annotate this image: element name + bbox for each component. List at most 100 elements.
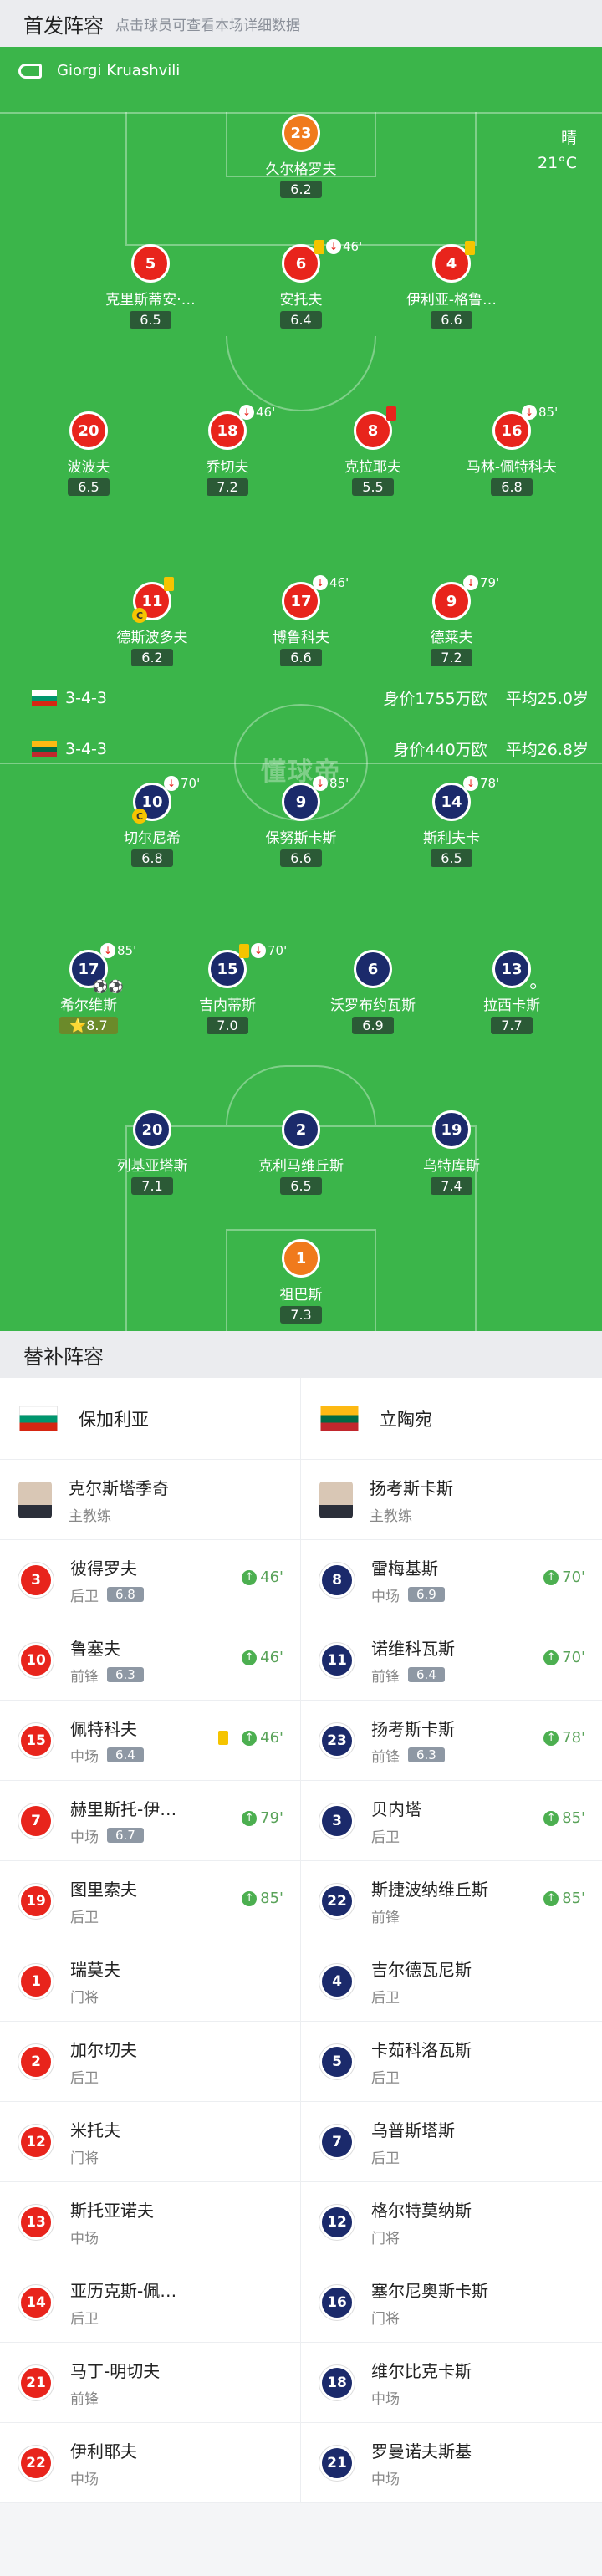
away-sub-row[interactable]: 5 卡茹科洛瓦斯 后卫 bbox=[301, 2022, 602, 2102]
player-name: 祖巴斯 bbox=[279, 1287, 323, 1303]
sub-name: 贝内塔 bbox=[371, 1798, 421, 1819]
away-sub-row[interactable]: 11 诺维科瓦斯 前锋 6.4 ↑ 70' bbox=[301, 1620, 602, 1701]
home-player-11[interactable]: 11 C 德斯波多夫 6.2 bbox=[89, 582, 215, 666]
home-player-5[interactable]: 5 克里斯蒂安·… 6.5 bbox=[88, 244, 213, 329]
home-market-value: 身价1755万欧 bbox=[383, 690, 487, 708]
sub-position: 后卫 bbox=[70, 2310, 99, 2328]
page-bottom-spacer bbox=[0, 2503, 602, 2570]
away-sub-row[interactable]: 16 塞尔尼奥斯卡斯 门将 bbox=[301, 2262, 602, 2343]
home-player-6[interactable]: 6 安托夫 6.4 bbox=[238, 244, 364, 329]
away-sub-row[interactable]: 22 斯捷波纳维丘斯 前锋 ↑ 85' bbox=[301, 1861, 602, 1941]
home-sub-row[interactable]: 13 斯托亚诺夫 中场 bbox=[0, 2182, 300, 2262]
sub-time: 85' bbox=[329, 776, 349, 791]
home-team-name: 保加利亚 bbox=[79, 1409, 149, 1430]
sub-rating: 6.3 bbox=[107, 1667, 144, 1682]
player-rating: 7.2 bbox=[431, 649, 472, 666]
sub-position: 后卫 bbox=[371, 1829, 400, 1846]
sub-time: 70' bbox=[181, 776, 201, 791]
home-sub-row[interactable]: 1 瑞莫夫 门将 bbox=[0, 1941, 300, 2022]
home-player-20[interactable]: 20 波波夫 6.5 bbox=[26, 411, 151, 496]
away-sub-row[interactable]: 8 雷梅基斯 中场 6.9 ↑ 70' bbox=[301, 1540, 602, 1620]
away-sub-row[interactable]: 4 吉尔德瓦尼斯 后卫 bbox=[301, 1941, 602, 2022]
home-sub-row[interactable]: 21 马丁-明切夫 前锋 bbox=[0, 2343, 300, 2423]
home-player-16[interactable]: 16 马林-佩特科夫 6.8 bbox=[449, 411, 574, 496]
sub-position: 后卫 bbox=[371, 2069, 400, 2087]
away-player-10[interactable]: 10 C 切尔尼希 6.8 bbox=[89, 783, 215, 867]
sub-in-info: ↑ 79' bbox=[242, 1809, 283, 1827]
lineup-header: 首发阵容 点击球员可查看本场详细数据 bbox=[0, 0, 602, 47]
lineup-title: 首发阵容 bbox=[23, 13, 104, 38]
away-player-6[interactable]: 6 沃罗布约瓦斯 6.9 bbox=[310, 950, 436, 1034]
player-rating: 7.3 bbox=[280, 1306, 322, 1324]
player-number: 20 bbox=[133, 1110, 171, 1149]
home-player-23[interactable]: 23 久尔格罗夫 6.2 bbox=[238, 114, 364, 198]
away-sub-row[interactable]: 23 扬考斯卡斯 前锋 6.3 ↑ 78' bbox=[301, 1701, 602, 1781]
sub-position: 后卫 bbox=[70, 1909, 99, 1926]
away-sub-row[interactable]: 18 维尔比克卡斯 中场 bbox=[301, 2343, 602, 2423]
home-sub-row[interactable]: 12 米托夫 门将 bbox=[0, 2102, 300, 2182]
sub-name: 扬考斯卡斯 bbox=[371, 1718, 455, 1739]
home-player-18[interactable]: 18 乔切夫 7.2 bbox=[165, 411, 290, 496]
sub-out-icon: ↓ bbox=[463, 575, 478, 590]
home-player-4[interactable]: 4 伊利亚-格鲁… 6.6 bbox=[389, 244, 514, 329]
away-sub-row[interactable]: 12 格尔特莫纳斯 门将 bbox=[301, 2182, 602, 2262]
home-sub-row[interactable]: 22 伊利耶夫 中场 bbox=[0, 2423, 300, 2503]
home-sub-row[interactable]: 10 鲁塞夫 前锋 6.3 ↑ 46' bbox=[0, 1620, 300, 1701]
sub-time: 46' bbox=[343, 239, 363, 254]
sub-number: 2 bbox=[18, 2043, 54, 2079]
sub-rating: 6.7 bbox=[107, 1828, 144, 1843]
home-sub-row[interactable]: 15 佩特科夫 中场 6.4 ↑ 46' bbox=[0, 1701, 300, 1781]
coach-avatar bbox=[319, 1481, 353, 1518]
lithuania-flag-icon bbox=[320, 1405, 359, 1431]
home-sub-row[interactable]: 2 加尔切夫 后卫 bbox=[0, 2022, 300, 2102]
home-player-17-events: ↓ 46' bbox=[313, 575, 349, 590]
home-player-8[interactable]: 8 克拉耶夫 5.5 bbox=[310, 411, 436, 496]
sub-in-time: 85' bbox=[562, 1890, 585, 1907]
sub-in-icon: ↑ bbox=[543, 1650, 559, 1665]
home-player-17[interactable]: 17 博鲁科夫 6.6 bbox=[238, 582, 364, 666]
player-name: 希尔维斯 bbox=[60, 997, 117, 1014]
sub-position: 后卫 bbox=[371, 2150, 400, 2167]
home-coach-row[interactable]: 克尔斯塔季奇 主教练 bbox=[0, 1460, 300, 1540]
red-card-icon bbox=[386, 406, 396, 421]
player-number-text: 11 bbox=[141, 592, 163, 610]
player-rating: 6.8 bbox=[131, 849, 173, 867]
away-player-9[interactable]: 9 保努斯卡斯 6.6 bbox=[238, 783, 364, 867]
player-name: 德斯波多夫 bbox=[116, 630, 188, 646]
away-player-2[interactable]: 2 克利马维丘斯 6.5 bbox=[238, 1110, 364, 1195]
sub-number: 18 bbox=[319, 2364, 355, 2400]
sub-number: 14 bbox=[18, 2284, 54, 2320]
sub-in-icon: ↑ bbox=[543, 1569, 559, 1585]
away-player-19[interactable]: 19 乌特库斯 7.4 bbox=[389, 1110, 514, 1195]
sub-out-icon: ↓ bbox=[313, 776, 328, 791]
away-sub-row[interactable]: 21 罗曼诺夫斯基 中场 bbox=[301, 2423, 602, 2503]
player-rating: 5.5 bbox=[352, 478, 394, 496]
away-player-14[interactable]: 14 斯利夫卡 6.5 bbox=[389, 783, 514, 867]
home-sub-row[interactable]: 3 彼得罗夫 后卫 6.8 ↑ 46' bbox=[0, 1540, 300, 1620]
home-player-9[interactable]: 9 德莱夫 7.2 bbox=[389, 582, 514, 666]
player-number: 13 ⚪ bbox=[492, 950, 538, 994]
away-coach-row[interactable]: 扬考斯卡斯 主教练 bbox=[301, 1460, 602, 1540]
sub-name: 诺维科瓦斯 bbox=[371, 1638, 455, 1659]
away-sub-row[interactable]: 7 乌普斯塔斯 后卫 bbox=[301, 2102, 602, 2182]
away-sub-row[interactable]: 3 贝内塔 后卫 ↑ 85' bbox=[301, 1781, 602, 1861]
away-player-20[interactable]: 20 列基亚塔斯 7.1 bbox=[89, 1110, 215, 1195]
sub-number: 16 bbox=[319, 2284, 355, 2320]
sub-rating: 6.4 bbox=[107, 1747, 144, 1762]
home-sub-row[interactable]: 7 赫里斯托-伊… 中场 6.7 ↑ 79' bbox=[0, 1781, 300, 1861]
home-sub-row[interactable]: 19 图里索夫 后卫 ↑ 85' bbox=[0, 1861, 300, 1941]
sub-number: 3 bbox=[319, 1803, 355, 1839]
sub-out-icon: ↓ bbox=[100, 943, 115, 958]
sub-number: 4 bbox=[319, 1963, 355, 1999]
away-player-1[interactable]: 1 祖巴斯 7.3 bbox=[238, 1239, 364, 1324]
lineup-subtitle: 点击球员可查看本场详细数据 bbox=[115, 17, 300, 34]
home-sub-row[interactable]: 14 亚历克斯-佩… 后卫 bbox=[0, 2262, 300, 2343]
player-number: 20 bbox=[69, 411, 108, 450]
player-rating: 7.0 bbox=[207, 1017, 248, 1034]
sub-in-info: ↑ 70' bbox=[543, 1569, 585, 1586]
away-player-17[interactable]: 17 ⚽⚽ 希尔维斯 ⭐8.7 bbox=[26, 950, 151, 1034]
sub-in-time: 46' bbox=[260, 1649, 283, 1666]
away-player-15[interactable]: 15 吉内蒂斯 7.0 bbox=[165, 950, 290, 1034]
sub-name: 彼得罗夫 bbox=[70, 1558, 137, 1579]
away-player-13[interactable]: 13 ⚪ 拉西卡斯 7.7 bbox=[449, 950, 574, 1034]
